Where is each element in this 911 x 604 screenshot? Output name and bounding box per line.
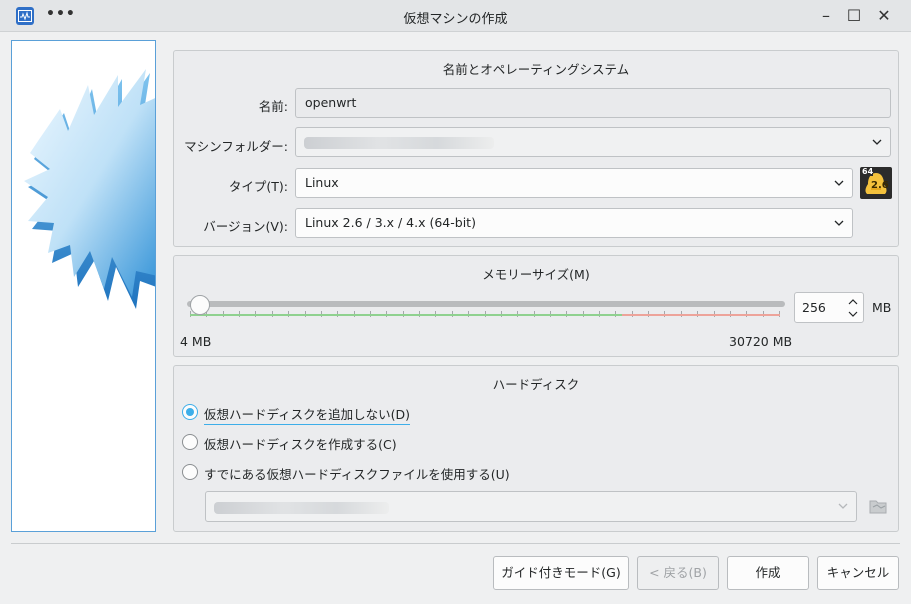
name-os-title: 名前とオペレーティングシステム	[442, 62, 630, 77]
starburst-graphic	[24, 69, 155, 309]
memory-safe-range	[190, 314, 622, 316]
cancel-button[interactable]: キャンセル	[817, 556, 899, 590]
radio-button[interactable]	[182, 464, 198, 480]
version-combo[interactable]: Linux 2.6 / 3.x / 4.x (64-bit)	[295, 208, 853, 238]
radio-button[interactable]	[182, 404, 198, 420]
title-bar: ••• 仮想マシンの作成 – ☐ ✕	[0, 0, 911, 32]
existing-disk-combo[interactable]	[205, 491, 857, 522]
radio-existing-disk-label: すでにある仮想ハードディスクファイルを使用する(U)	[204, 467, 510, 482]
radio-no-disk-label: 仮想ハードディスクを追加しない(D)	[204, 404, 411, 425]
type-value: Linux	[305, 175, 339, 190]
chevron-down-icon	[872, 139, 882, 145]
type-combo[interactable]: Linux	[295, 168, 853, 198]
hard-disk-title: ハードディスク	[492, 377, 580, 392]
type-label: タイプ(T):	[228, 179, 288, 194]
back-button[interactable]: < 戻る(B)	[637, 556, 719, 590]
version-value: Linux 2.6 / 3.x / 4.x (64-bit)	[305, 215, 476, 230]
memory-min-label: 4 MB	[180, 334, 212, 349]
version-label: バージョン(V):	[203, 219, 288, 234]
existing-disk-path-redacted	[214, 502, 389, 514]
linux-os-icon: 64 2.6	[860, 167, 892, 199]
machine-folder-path-redacted	[304, 137, 494, 149]
guided-mode-button[interactable]: ガイド付きモード(G)	[493, 556, 629, 590]
radio-button[interactable]	[182, 434, 198, 450]
chevron-down-icon	[834, 180, 844, 186]
machine-folder-label: マシンフォルダー:	[184, 139, 288, 154]
memory-slider-handle[interactable]	[189, 295, 210, 315]
name-field[interactable]: openwrt	[295, 88, 891, 118]
folder-open-icon[interactable]	[868, 497, 888, 515]
memory-unit-label: MB	[872, 300, 892, 315]
radio-create-disk-label: 仮想ハードディスクを作成する(C)	[204, 437, 397, 452]
os-bits-text: 64	[862, 167, 874, 176]
memory-value: 256	[802, 300, 826, 315]
spin-arrows-icon[interactable]	[847, 296, 859, 320]
close-button[interactable]: ✕	[874, 6, 894, 26]
memory-slider-track[interactable]	[187, 301, 785, 307]
wizard-side-graphic	[11, 40, 156, 532]
memory-title: メモリーサイズ(M)	[482, 267, 590, 282]
name-label: 名前:	[258, 99, 288, 114]
minimize-button[interactable]: –	[816, 6, 836, 26]
window-title: 仮想マシンの作成	[403, 12, 508, 27]
chevron-down-icon	[834, 220, 844, 226]
maximize-button[interactable]: ☐	[844, 6, 864, 26]
create-button[interactable]: 作成	[727, 556, 809, 590]
memory-spinbox[interactable]: 256	[794, 292, 864, 323]
chevron-down-icon	[838, 503, 848, 509]
memory-max-label: 30720 MB	[729, 334, 793, 349]
footer-separator	[11, 543, 900, 544]
os-version-text: 2.6	[871, 180, 889, 191]
memory-unsafe-range	[622, 314, 780, 316]
machine-folder-combo[interactable]	[295, 127, 891, 157]
